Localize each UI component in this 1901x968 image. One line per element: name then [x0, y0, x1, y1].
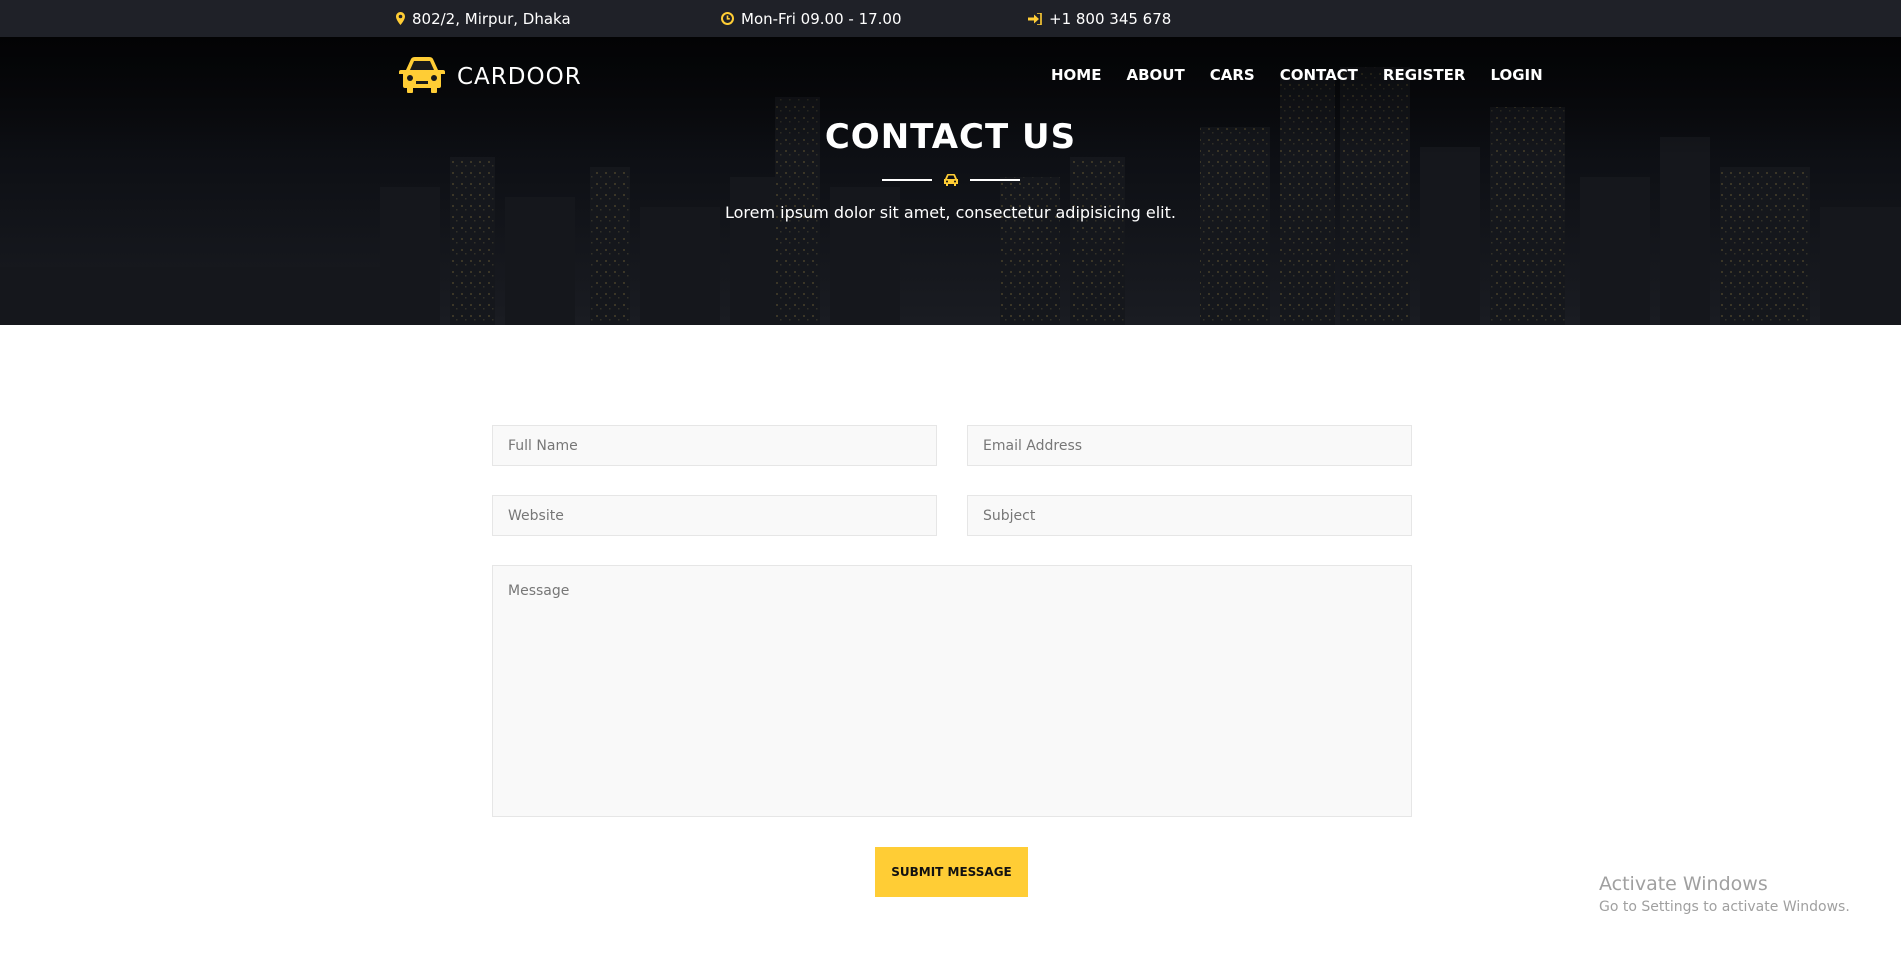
brand-logo[interactable]: CARDOOR — [397, 57, 582, 97]
phone-text: +1 800 345 678 — [1049, 9, 1172, 28]
watermark-subtitle: Go to Settings to activate Windows. — [1599, 899, 1850, 915]
email-address-input[interactable] — [967, 425, 1412, 466]
nav-item-login[interactable]: LOGIN — [1490, 66, 1542, 84]
page-title: CONTACT US — [824, 117, 1077, 157]
activate-windows-watermark: Activate Windows Go to Settings to activ… — [1599, 873, 1850, 915]
top-info-bar: 802/2, Mirpur, Dhaka Mon-Fri 09.00 - 17.… — [0, 0, 1901, 37]
brand-name: CARDOOR — [457, 64, 582, 90]
phone-info: +1 800 345 678 — [1028, 0, 1171, 37]
car-logo-icon — [397, 56, 447, 98]
clock-icon — [721, 12, 734, 25]
subject-input[interactable] — [967, 495, 1412, 536]
sign-in-icon — [1028, 12, 1042, 25]
address-text: 802/2, Mirpur, Dhaka — [412, 9, 571, 28]
submit-message-button[interactable]: SUBMIT MESSAGE — [875, 847, 1028, 897]
hours-text: Mon-Fri 09.00 - 17.00 — [741, 9, 902, 28]
page-header-hero: CARDOOR HOME ABOUT CARS CONTACT REGISTER… — [0, 37, 1901, 325]
title-divider — [882, 172, 1020, 186]
map-marker-icon — [396, 12, 405, 25]
hours-info: Mon-Fri 09.00 - 17.00 — [721, 0, 902, 37]
address-info: 802/2, Mirpur, Dhaka — [396, 0, 571, 37]
divider-line-right — [970, 179, 1020, 181]
divider-line-left — [882, 179, 932, 181]
full-name-input[interactable] — [492, 425, 937, 466]
main-navigation: HOME ABOUT CARS CONTACT REGISTER LOGIN — [1051, 66, 1568, 84]
website-input[interactable] — [492, 495, 937, 536]
page-subtitle: Lorem ipsum dolor sit amet, consectetur … — [725, 203, 1176, 222]
nav-item-cars[interactable]: CARS — [1210, 66, 1255, 84]
nav-item-home[interactable]: HOME — [1051, 66, 1101, 84]
nav-item-about[interactable]: ABOUT — [1126, 66, 1184, 84]
car-icon — [943, 172, 959, 191]
message-textarea[interactable] — [492, 565, 1412, 817]
nav-item-register[interactable]: REGISTER — [1383, 66, 1466, 84]
nav-item-contact[interactable]: CONTACT — [1280, 66, 1358, 84]
watermark-title: Activate Windows — [1599, 873, 1768, 895]
